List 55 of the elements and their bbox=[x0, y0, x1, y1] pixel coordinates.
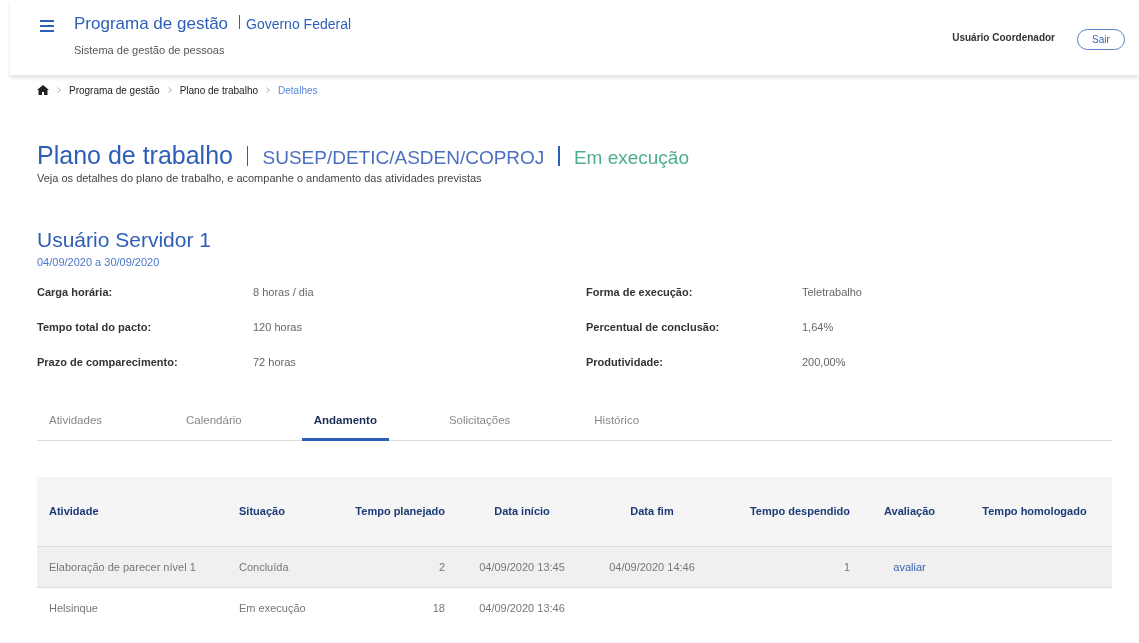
table-cell: 04/09/2020 14:46 bbox=[587, 546, 717, 587]
table-cell: Elaboração de parecer nível 1 bbox=[37, 546, 227, 587]
detail-value: 1,64% bbox=[802, 321, 835, 333]
tab[interactable]: Atividades bbox=[37, 414, 115, 441]
app-title: Programa de gestão bbox=[74, 14, 229, 33]
column-header: Data início bbox=[457, 477, 587, 546]
detail-label: Tempo total do pacto: bbox=[37, 321, 153, 333]
detail-label: Prazo de comparecimento: bbox=[37, 356, 179, 368]
tab[interactable]: Solicitações bbox=[436, 414, 523, 441]
unit-name: SUSEP/DETIC/ASDEN/COPROJ bbox=[262, 147, 545, 169]
column-header: Tempo despendido bbox=[717, 477, 862, 546]
tab[interactable]: Calendário bbox=[174, 414, 254, 441]
person-name: Usuário Servidor 1 bbox=[37, 228, 212, 252]
app-subtitle: Sistema de gestão de pessoas bbox=[74, 44, 226, 56]
detail-value: 72 horas bbox=[253, 356, 297, 368]
detail-label: Carga horária: bbox=[37, 286, 114, 298]
detail-value: 8 horas / dia bbox=[253, 286, 315, 298]
user-name: Usuário Coordenador bbox=[952, 32, 1055, 43]
evaluate-link[interactable]: avaliar bbox=[893, 560, 926, 573]
organization-name: Governo Federal bbox=[246, 16, 352, 32]
table-cell: Em execução bbox=[227, 587, 337, 628]
table-cell: Concluída bbox=[227, 546, 337, 587]
tab[interactable]: Histórico bbox=[582, 414, 652, 441]
plan-status: Em execução bbox=[573, 147, 689, 169]
detail-label: Percentual de conclusão: bbox=[586, 321, 721, 333]
column-header: Tempo planejado bbox=[337, 477, 457, 546]
column-header: Avaliação bbox=[862, 477, 957, 546]
detail-value: Teletrabalho bbox=[802, 286, 863, 298]
chevron-icon bbox=[57, 87, 61, 93]
menu-icon[interactable] bbox=[40, 20, 54, 32]
detail-label: Produtividade: bbox=[586, 356, 664, 368]
breadcrumb-link[interactable]: Plano de trabalho bbox=[179, 84, 259, 96]
column-header: Data fim bbox=[587, 477, 717, 546]
plan-period: 04/09/2020 a 30/09/2020 bbox=[37, 256, 161, 268]
table-cell: 18 bbox=[337, 587, 457, 628]
detail-label: Forma de execução: bbox=[586, 286, 694, 298]
chevron-icon bbox=[266, 87, 271, 93]
detail-value: 200,00% bbox=[802, 356, 847, 368]
breadcrumb-link[interactable]: Programa de gestão bbox=[69, 84, 160, 96]
table-cell: 04/09/2020 13:46 bbox=[457, 587, 587, 628]
table-cell: 1 bbox=[717, 546, 862, 587]
column-header: Tempo homologado bbox=[957, 477, 1112, 546]
detail-value: 120 horas bbox=[253, 321, 303, 333]
breadcrumb-link[interactable]: Detalhes bbox=[278, 84, 318, 96]
home-icon[interactable] bbox=[37, 85, 49, 95]
chevron-icon bbox=[167, 87, 172, 93]
table-cell: 04/09/2020 13:45 bbox=[457, 546, 587, 587]
page-description: Veja os detalhes do plano de trabalho, e acompanhe o andamento das atividades previstas bbox=[37, 172, 483, 184]
page-title: Plano de trabalho bbox=[37, 141, 233, 170]
table-cell: 2 bbox=[337, 546, 457, 587]
table-cell: Helsinque bbox=[37, 587, 227, 628]
column-header: Situação bbox=[227, 477, 337, 546]
logout-button[interactable]: Sair bbox=[1077, 29, 1125, 50]
tab[interactable]: Andamento bbox=[301, 414, 389, 441]
column-header: Atividade bbox=[37, 477, 227, 546]
